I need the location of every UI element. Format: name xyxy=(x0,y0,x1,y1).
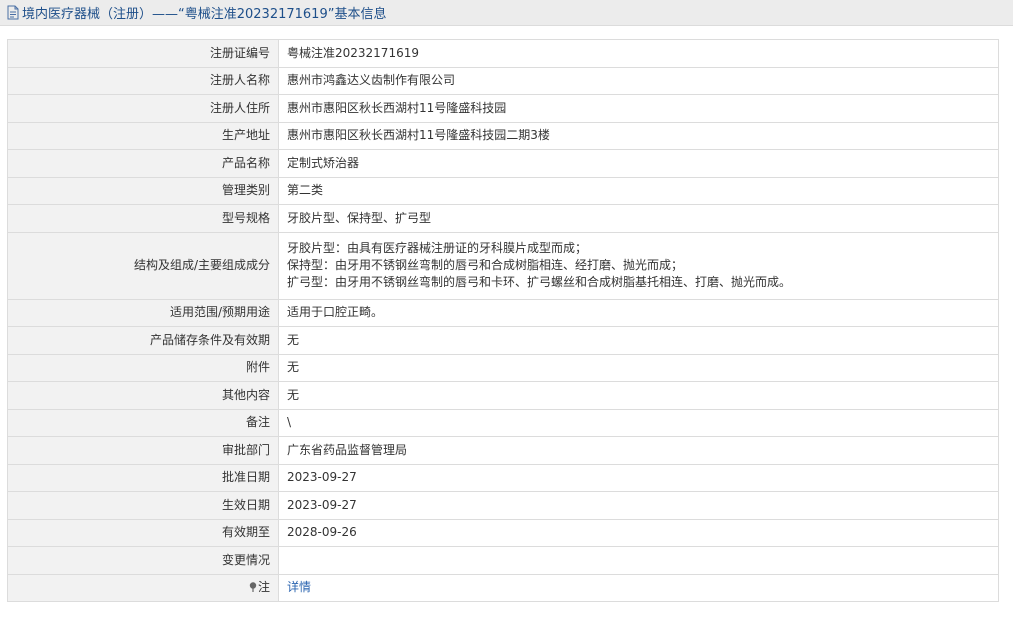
table-row: 产品储存条件及有效期 无 xyxy=(7,326,999,355)
structure-line: 扩弓型：由牙用不锈钢丝弯制的唇弓和卡环、扩弓螺丝和合成树脂基托相连、打磨、抛光而… xyxy=(287,275,792,289)
table-row: 注册证编号 粤械注准20232171619 xyxy=(7,39,999,68)
table-row: 型号规格 牙胶片型、保持型、扩弓型 xyxy=(7,204,999,233)
info-table: 注册证编号 粤械注准20232171619 注册人名称 惠州市鸿鑫达义齿制作有限… xyxy=(7,39,999,602)
field-label: 产品名称 xyxy=(7,149,279,178)
field-label: 注册证编号 xyxy=(7,39,279,68)
field-value xyxy=(278,546,999,575)
field-value: 适用于口腔正畸。 xyxy=(278,298,999,327)
field-value: 无 xyxy=(278,326,999,355)
field-label: 附件 xyxy=(7,353,279,382)
field-label: 审批部门 xyxy=(7,436,279,465)
table-row: 生效日期 2023-09-27 xyxy=(7,491,999,520)
field-label: 备注 xyxy=(7,408,279,437)
field-label: 产品储存条件及有效期 xyxy=(7,326,279,355)
page-title-bar: 境内医疗器械（注册）——“粤械注准20232171619”基本信息 xyxy=(0,0,1013,26)
document-icon xyxy=(7,5,19,20)
table-row: 生产地址 惠州市惠阳区秋长西湖村11号隆盛科技园二期3楼 xyxy=(7,121,999,150)
field-label: 批准日期 xyxy=(7,463,279,492)
table-row: 变更情况 xyxy=(7,546,999,575)
field-label: 注册人名称 xyxy=(7,66,279,95)
field-label-note: 注 xyxy=(7,573,279,602)
field-value: 无 xyxy=(278,353,999,382)
structure-line: 保持型：由牙用不锈钢丝弯制的唇弓和合成树脂相连、经打磨、抛光而成； xyxy=(287,258,684,272)
pin-icon xyxy=(249,582,257,593)
field-value: \ xyxy=(278,408,999,437)
table-row: 有效期至 2028-09-26 xyxy=(7,518,999,547)
table-row: 管理类别 第二类 xyxy=(7,176,999,205)
field-label: 结构及组成/主要组成成分 xyxy=(7,231,279,300)
field-label: 注册人住所 xyxy=(7,94,279,123)
field-value: 牙胶片型、保持型、扩弓型 xyxy=(278,204,999,233)
table-row-structure: 结构及组成/主要组成成分 牙胶片型：由具有医疗器械注册证的牙科膜片成型而成； 保… xyxy=(7,231,999,300)
table-row: 备注 \ xyxy=(7,408,999,437)
field-label: 其他内容 xyxy=(7,381,279,410)
field-value: 2028-09-26 xyxy=(278,518,999,547)
table-row: 其他内容 无 xyxy=(7,381,999,410)
note-label: 注 xyxy=(257,580,270,595)
field-label: 适用范围/预期用途 xyxy=(7,298,279,327)
field-value-structure: 牙胶片型：由具有医疗器械注册证的牙科膜片成型而成； 保持型：由牙用不锈钢丝弯制的… xyxy=(278,231,999,300)
details-link[interactable]: 详情 xyxy=(287,580,311,594)
table-row: 适用范围/预期用途 适用于口腔正畸。 xyxy=(7,298,999,327)
field-value: 惠州市鸿鑫达义齿制作有限公司 xyxy=(278,66,999,95)
field-value-note: 详情 xyxy=(278,573,999,602)
page-title: 境内医疗器械（注册）——“粤械注准20232171619”基本信息 xyxy=(22,7,387,22)
field-value: 粤械注准20232171619 xyxy=(278,39,999,68)
info-table-container: 注册证编号 粤械注准20232171619 注册人名称 惠州市鸿鑫达义齿制作有限… xyxy=(7,39,999,602)
table-row: 审批部门 广东省药品监督管理局 xyxy=(7,436,999,465)
table-row-note: 注 详情 xyxy=(7,573,999,602)
field-label: 型号规格 xyxy=(7,204,279,233)
field-value: 第二类 xyxy=(278,176,999,205)
table-row: 批准日期 2023-09-27 xyxy=(7,463,999,492)
field-value: 惠州市惠阳区秋长西湖村11号隆盛科技园 xyxy=(278,94,999,123)
field-label: 生产地址 xyxy=(7,121,279,150)
field-label: 管理类别 xyxy=(7,176,279,205)
field-label: 变更情况 xyxy=(7,546,279,575)
table-row: 注册人住所 惠州市惠阳区秋长西湖村11号隆盛科技园 xyxy=(7,94,999,123)
field-label: 生效日期 xyxy=(7,491,279,520)
field-value: 无 xyxy=(278,381,999,410)
field-value: 惠州市惠阳区秋长西湖村11号隆盛科技园二期3楼 xyxy=(278,121,999,150)
field-value: 2023-09-27 xyxy=(278,491,999,520)
field-label: 有效期至 xyxy=(7,518,279,547)
structure-line: 牙胶片型：由具有医疗器械注册证的牙科膜片成型而成； xyxy=(287,241,588,255)
field-value: 定制式矫治器 xyxy=(278,149,999,178)
field-value: 2023-09-27 xyxy=(278,463,999,492)
table-row: 附件 无 xyxy=(7,353,999,382)
table-row: 注册人名称 惠州市鸿鑫达义齿制作有限公司 xyxy=(7,66,999,95)
table-row: 产品名称 定制式矫治器 xyxy=(7,149,999,178)
field-value: 广东省药品监督管理局 xyxy=(278,436,999,465)
